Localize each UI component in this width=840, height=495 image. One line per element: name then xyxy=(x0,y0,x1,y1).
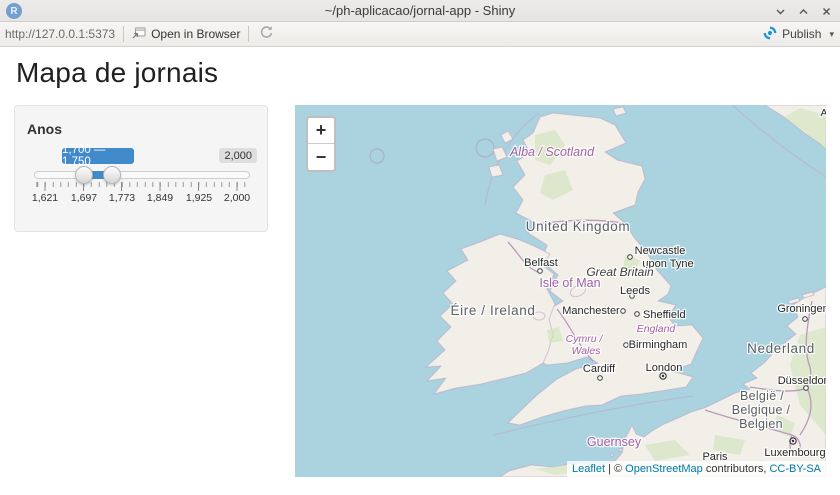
map-zoom-control: + − xyxy=(306,116,336,172)
slider-from-to-label[interactable]: 1,700 — 1,750 xyxy=(62,148,134,164)
open-in-browser-label: Open in Browser xyxy=(151,27,240,41)
belfast-marker xyxy=(538,269,543,274)
openstreetmap-link[interactable]: OpenStreetMap xyxy=(625,463,703,475)
maximize-icon[interactable] xyxy=(798,6,809,17)
slider-major-ticks xyxy=(34,182,250,191)
leaflet-link[interactable]: Leaflet xyxy=(572,463,605,475)
close-icon[interactable] xyxy=(821,6,832,17)
toolbar-separator xyxy=(123,26,124,42)
map-label-leeds: Leeds xyxy=(620,285,650,297)
map-label-groningen: Groningen xyxy=(777,303,826,315)
publish-label: Publish xyxy=(782,27,821,41)
viewer-toolbar: http://127.0.0.1:5373 Open in Browser Pu… xyxy=(0,22,840,47)
newcastle-marker xyxy=(628,255,633,260)
map-attribution: Leaflet | © OpenStreetMap contributors, … xyxy=(567,461,826,477)
page-title: Mapa de jornais xyxy=(16,57,218,89)
map-label-cardiff: Cardiff xyxy=(583,363,616,375)
groningen-marker xyxy=(803,317,808,322)
birmingham-marker xyxy=(624,343,629,348)
tick-label: 1,925 xyxy=(179,192,219,204)
attribution-contributors: contributors, xyxy=(703,463,770,475)
toolbar-separator xyxy=(248,26,249,42)
map-label-eire-ireland: Éire / Ireland xyxy=(451,303,536,318)
map-label-luxembourg: Luxembourg xyxy=(764,447,825,459)
slider-handle-from[interactable] xyxy=(75,166,93,184)
map-label-dusseldorf: Düsseldorf xyxy=(778,375,826,387)
map-label-belfast: Belfast xyxy=(524,257,558,269)
title-bar: R ~/ph-aplicacao/jornal-app - Shiny xyxy=(0,0,840,22)
map-label-belgien: Belgien xyxy=(739,417,783,431)
license-link[interactable]: CC-BY-SA xyxy=(769,463,821,475)
leaflet-map[interactable]: Alba / Scotland United Kingdom Newcastle… xyxy=(295,105,826,477)
window-title: ~/ph-aplicacao/jornal-app - Shiny xyxy=(0,3,840,18)
minimize-icon[interactable] xyxy=(775,6,786,17)
open-in-browser-button[interactable]: Open in Browser xyxy=(132,27,240,42)
zoom-out-button[interactable]: − xyxy=(308,144,334,170)
publish-icon xyxy=(763,26,777,43)
map-label-belgie: België / xyxy=(740,389,784,403)
tick-label: 1,773 xyxy=(102,192,142,204)
sheffield-marker xyxy=(635,312,640,317)
map-label-london: London xyxy=(646,362,683,374)
sidebar-panel: Anos 1,700 — 1,750 2,000 1,621 1,697 1,7… xyxy=(14,105,268,232)
map-label-belgique: Belgique / xyxy=(732,403,791,417)
slider-label: Anos xyxy=(27,121,62,137)
cardiff-marker xyxy=(598,376,603,381)
map-label-nederland: Nederland xyxy=(747,341,815,356)
tick-label: 2,000 xyxy=(217,192,257,204)
map-label-guernsey: Guernsey xyxy=(587,435,642,449)
map-label-england: England xyxy=(637,323,677,335)
tick-label: 1,849 xyxy=(140,192,180,204)
slider-max-label: 2,000 xyxy=(219,148,257,163)
map-label-sheffield: Sheffield xyxy=(643,309,686,321)
map-label-united-kingdom: United Kingdom xyxy=(526,219,630,234)
slider-handle-to[interactable] xyxy=(103,166,121,184)
map-canvas: Alba / Scotland United Kingdom Newcastle… xyxy=(295,105,826,477)
publish-caret-icon[interactable]: ▾ xyxy=(829,29,834,40)
publish-button[interactable]: Publish ▾ xyxy=(763,26,834,43)
map-label-scotland: Alba / Scotland xyxy=(509,145,595,159)
map-label-isle-of-man: Isle of Man xyxy=(539,276,600,290)
tick-label: 1,697 xyxy=(64,192,104,204)
slider-track[interactable] xyxy=(34,171,250,179)
manchester-marker xyxy=(621,309,626,314)
map-label-manchester: Manchester xyxy=(562,305,620,317)
map-label-newcastle: Newcastle xyxy=(635,245,686,257)
map-label-cymru: Cymru / xyxy=(566,333,604,345)
tick-label: 1,621 xyxy=(25,192,65,204)
map-label-norway-partial: A xyxy=(820,107,826,119)
map-label-birmingham: Birmingham xyxy=(629,339,688,351)
attribution-separator: | © xyxy=(605,463,625,475)
r-logo-icon: R xyxy=(6,3,22,19)
zoom-in-button[interactable]: + xyxy=(308,118,334,144)
open-in-browser-icon xyxy=(132,27,146,42)
app-url: http://127.0.0.1:5373 xyxy=(5,27,115,41)
refresh-icon[interactable] xyxy=(259,25,274,43)
map-label-wales: Wales xyxy=(572,345,602,357)
